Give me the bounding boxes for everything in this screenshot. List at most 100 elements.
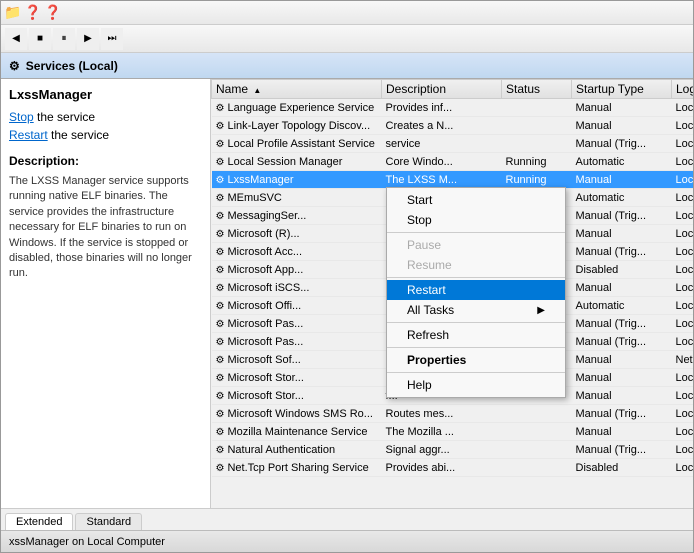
stop-action: Stop the service [9,110,202,124]
service-icon: ⚙ [216,319,225,330]
help-menu-icon[interactable]: ❓ [45,5,61,21]
row-log: Loc [672,423,694,441]
stop-suffix: the service [34,110,95,124]
col-description[interactable]: Description [382,80,502,99]
menu-separator [387,322,565,323]
row-status [502,441,572,459]
service-icon: ⚙ [216,373,225,384]
table-row[interactable]: ⚙LxssManagerThe LXSS M...RunningManualLo… [212,171,694,189]
row-name: ⚙Microsoft (R)... [212,225,382,243]
context-menu-item-refresh[interactable]: Refresh [387,325,565,345]
tab-extended[interactable]: Extended [5,513,73,531]
service-icon: ⚙ [216,463,225,474]
menu-item-label: All Tasks [407,303,454,317]
row-startup: Manual [572,423,672,441]
menu-item-label: Properties [407,353,466,367]
row-startup: Manual (Trig... [572,441,672,459]
col-log[interactable]: Log [672,80,694,99]
row-name: ⚙Microsoft Windows SMS Ro... [212,405,382,423]
row-startup: Automatic [572,153,672,171]
service-icon: ⚙ [216,193,225,204]
row-log: Loc [672,171,694,189]
panel-service-title: LxssManager [9,87,202,102]
context-menu-item-properties[interactable]: Properties [387,350,565,370]
back-button[interactable]: ◀ [5,28,27,50]
menu-item-label: Restart [407,283,446,297]
row-startup: Disabled [572,459,672,477]
row-log: Loc [672,369,694,387]
restart-link[interactable]: Restart [9,128,48,142]
service-icon: ⚙ [216,391,225,402]
row-description: service [382,135,502,153]
row-startup: Manual (Trig... [572,207,672,225]
row-log: Loc [672,153,694,171]
status-text: xssManager on Local Computer [9,536,165,548]
row-description: Provides abi... [382,459,502,477]
play-button[interactable]: ▶ [77,28,99,50]
row-status: Running [502,171,572,189]
row-description: The LXSS M... [382,171,502,189]
stop-button[interactable]: ■ [29,28,51,50]
table-row[interactable]: ⚙Link-Layer Topology Discov...Creates a … [212,117,694,135]
pause-button[interactable]: ⏸ [53,28,75,50]
row-log: Loc [672,405,694,423]
main-area: LxssManager Stop the service Restart the… [1,79,693,508]
row-status [502,459,572,477]
service-icon: ⚙ [216,157,225,168]
row-log: Loc [672,297,694,315]
row-name: ⚙Microsoft Offi... [212,297,382,315]
skip-button[interactable]: ⏭ [101,28,123,50]
tab-standard[interactable]: Standard [75,513,142,530]
row-log: Loc [672,459,694,477]
window-title: Services (Local) [26,59,118,73]
menu-item-label: Resume [407,258,452,272]
left-panel: LxssManager Stop the service Restart the… [1,79,211,508]
row-name: ⚙Microsoft App... [212,261,382,279]
table-row[interactable]: ⚙Mozilla Maintenance ServiceThe Mozilla … [212,423,694,441]
row-name: ⚙Local Profile Assistant Service [212,135,382,153]
row-name: ⚙Microsoft Stor... [212,369,382,387]
row-status [502,117,572,135]
row-log: Loc [672,135,694,153]
context-menu-item-stop[interactable]: Stop [387,210,565,230]
row-name: ⚙Microsoft Acc... [212,243,382,261]
context-menu-item-start[interactable]: Start [387,190,565,210]
context-menu-item-restart[interactable]: Restart [387,280,565,300]
row-log: Loc [672,225,694,243]
table-row[interactable]: ⚙Language Experience ServiceProvides inf… [212,99,694,117]
row-startup: Manual (Trig... [572,243,672,261]
context-menu-item-all-tasks[interactable]: All Tasks▶ [387,300,565,320]
row-startup: Manual [572,117,672,135]
service-icon: ⚙ [216,175,225,186]
row-startup: Manual [572,279,672,297]
row-log: Net [672,351,694,369]
row-startup: Automatic [572,189,672,207]
service-icon: ⚙ [216,427,225,438]
col-status[interactable]: Status [502,80,572,99]
col-name[interactable]: Name ▲ [212,80,382,99]
row-name: ⚙Microsoft Pas... [212,315,382,333]
table-row[interactable]: ⚙Microsoft Windows SMS Ro...Routes mes..… [212,405,694,423]
stop-link[interactable]: Stop [9,110,34,124]
service-icon: ⚙ [216,265,225,276]
service-icon: ⚙ [216,139,225,150]
context-menu-item-help[interactable]: Help [387,375,565,395]
row-name: ⚙Natural Authentication [212,441,382,459]
action-toolbar: ◀ ■ ⏸ ▶ ⏭ [1,25,693,53]
table-row[interactable]: ⚙Net.Tcp Port Sharing ServiceProvides ab… [212,459,694,477]
table-row[interactable]: ⚙Natural AuthenticationSignal aggr...Man… [212,441,694,459]
file-menu-icon[interactable]: 📁 [5,5,21,21]
row-status [502,423,572,441]
menu-toolbar: 📁 ❓ ❓ [1,1,693,25]
row-name: ⚙Microsoft Stor... [212,387,382,405]
table-row[interactable]: ⚙Local Profile Assistant ServiceserviceM… [212,135,694,153]
description-label: Description: [9,154,202,168]
row-log: Loc [672,441,694,459]
view-menu-icon[interactable]: ❓ [25,5,41,21]
table-row[interactable]: ⚙Local Session ManagerCore Windo...Runni… [212,153,694,171]
context-menu-item-pause: Pause [387,235,565,255]
right-panel: Name ▲ Description Status Startup Type L… [211,79,693,508]
col-startup[interactable]: Startup Type [572,80,672,99]
service-icon: ⚙ [216,409,225,420]
row-startup: Automatic [572,297,672,315]
